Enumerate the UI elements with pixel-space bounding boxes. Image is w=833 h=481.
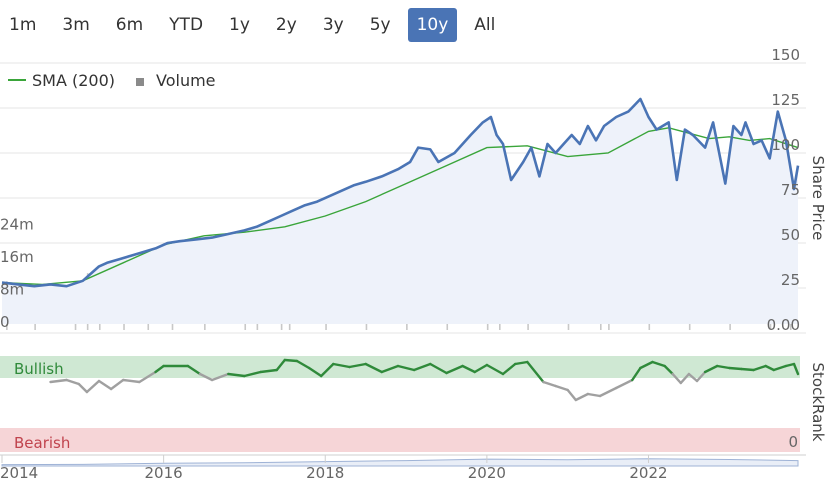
- stockrank-segment: [85, 379, 101, 394]
- sma-legend-label: SMA (200): [32, 71, 115, 90]
- stockrank-segment: [566, 388, 577, 402]
- stockrank-segment: [574, 392, 590, 402]
- bearish-band: [0, 428, 800, 452]
- price-tick-label: 75: [781, 181, 800, 199]
- stockrank-segment: [740, 367, 755, 372]
- price-tick-label: 100: [771, 136, 800, 154]
- volume-tick-label: 24m: [0, 216, 34, 234]
- stockrank-segment: [598, 386, 618, 398]
- bearish-label: Bearish: [14, 434, 70, 452]
- stockrank-zero-tick: 0: [788, 433, 798, 451]
- x-tick-label: 2018: [306, 464, 344, 481]
- stockrank-segment: [77, 382, 89, 394]
- stockrank-segment: [283, 358, 299, 363]
- x-axis: 2014 2016 2018 2020 2022: [0, 455, 668, 481]
- price-tick-label: 150: [771, 46, 800, 64]
- stockrank-segment: [728, 366, 743, 371]
- stockrank-segment: [542, 380, 557, 388]
- x-tick-label: 2022: [629, 464, 667, 481]
- stockrank-segment: [615, 378, 634, 390]
- stockrank-segment: [49, 378, 68, 384]
- bullish-label: Bullish: [14, 360, 64, 378]
- price-tick-label: 125: [771, 91, 800, 109]
- stockrank-segment: [97, 379, 113, 391]
- volume-tick-label: 0: [0, 313, 10, 331]
- stockrank-segment: [121, 378, 141, 384]
- volume-tick-label: 16m: [0, 248, 34, 266]
- price-tick-label: 0.00: [767, 316, 800, 334]
- price-tick-label: 50: [781, 226, 800, 244]
- volume-legend-swatch: [136, 78, 144, 86]
- navigator-series: [1, 458, 799, 467]
- x-tick-label: 2020: [468, 464, 506, 481]
- x-tick-label: 2016: [145, 464, 183, 481]
- x-tick-label: 2014: [0, 464, 38, 481]
- stock-chart: 150 125 100 75 50 25 0.00 24m 16m 8m 0 Share Pric…: [0, 46, 827, 481]
- stockrank-segment: [65, 378, 81, 386]
- stockrank-segment: [586, 392, 602, 398]
- stockrank-axis-title: StockRank: [809, 363, 827, 442]
- stockrank-segment: [554, 384, 569, 392]
- price-tick-label: 25: [781, 271, 800, 289]
- volume-tick-label: 8m: [0, 281, 24, 299]
- volume-legend-label: Volume: [156, 71, 216, 90]
- stockrank-segment: [109, 378, 125, 391]
- price-axis-title: Share Price: [809, 156, 827, 241]
